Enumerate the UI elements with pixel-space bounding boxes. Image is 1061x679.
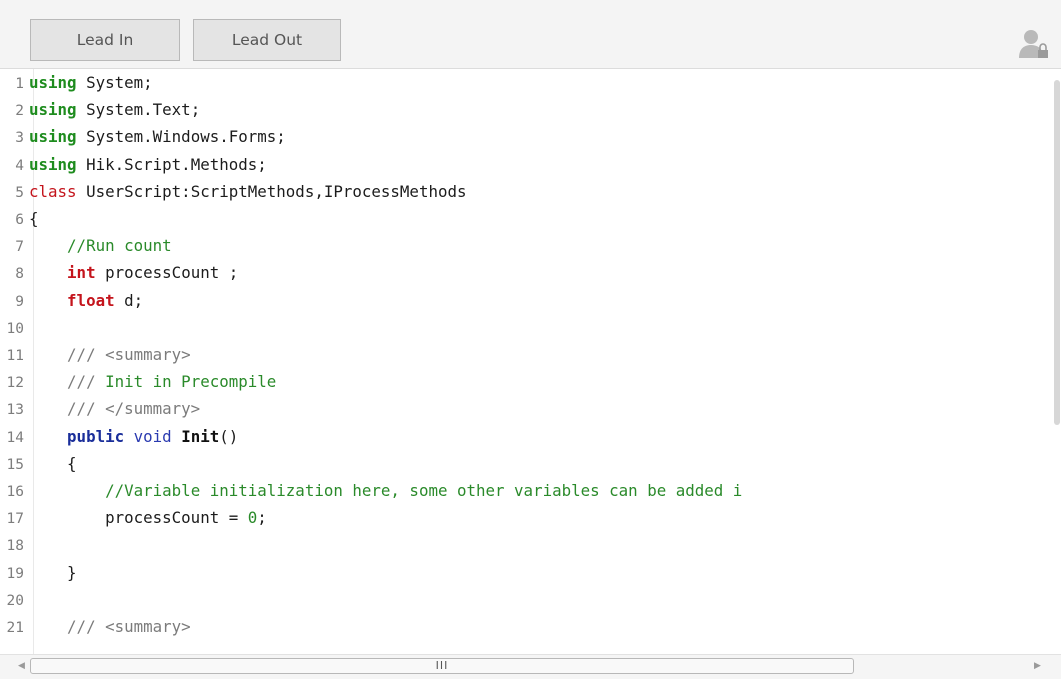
line-number: 13 xyxy=(6,402,24,419)
code-line[interactable]: 5 class UserScript:ScriptMethods,IProcess… xyxy=(0,178,1056,205)
line-number: 17 xyxy=(6,511,24,528)
code-token: System.Windows.Forms; xyxy=(76,127,286,147)
code-token: float xyxy=(67,290,115,310)
code-token: class xyxy=(29,181,77,201)
code-token: { xyxy=(29,209,39,228)
code-token: /// xyxy=(67,372,106,392)
line-number: 10 xyxy=(6,320,24,337)
code-token: //Run count xyxy=(67,236,172,256)
horizontal-scrollbar-thumb[interactable]: III xyxy=(30,658,854,674)
line-number: 14 xyxy=(6,429,24,446)
code-token: using xyxy=(29,100,77,120)
code-token: public xyxy=(67,426,125,446)
code-token: using xyxy=(29,73,77,92)
code-token: /// <summary> xyxy=(67,617,191,636)
code-token: UserScript:ScriptMethods,IProcessMethods xyxy=(76,181,467,201)
code-line[interactable]: 15 { xyxy=(0,450,1056,477)
code-token: System.Text; xyxy=(76,100,201,120)
scroll-left-arrow-icon[interactable]: ◀ xyxy=(18,661,25,671)
code-token: using xyxy=(29,127,77,147)
code-line[interactable]: 13 /// </summary> xyxy=(0,395,1056,422)
code-token: using xyxy=(29,154,77,174)
code-line[interactable]: 2 using System.Text; xyxy=(0,96,1056,123)
code-line[interactable]: 1 using System; xyxy=(0,69,1056,96)
code-line[interactable]: 9 float d; xyxy=(0,287,1056,314)
code-line[interactable]: 14 public void Init() xyxy=(0,423,1056,450)
code-line[interactable]: 19 } xyxy=(0,559,1056,586)
code-line[interactable]: 7 //Run count xyxy=(0,232,1056,259)
code-token: System; xyxy=(76,73,153,92)
lead-in-button[interactable]: Lead In xyxy=(30,19,180,61)
line-number: 20 xyxy=(6,592,24,609)
code-token: Hik.Script.Methods; xyxy=(76,154,267,174)
code-token: processCount = xyxy=(29,508,248,528)
toolbar: Lead In Lead Out xyxy=(0,0,1061,69)
code-token: void xyxy=(133,426,172,446)
code-line[interactable]: 17 processCount = 0; xyxy=(0,504,1056,531)
code-line[interactable]: 10 xyxy=(0,314,1056,341)
line-number: 18 xyxy=(6,538,24,555)
line-number: 11 xyxy=(6,348,24,364)
code-line[interactable]: 12 /// Init in Precompile xyxy=(0,368,1056,395)
code-token: Init xyxy=(181,426,220,446)
line-number: 4 xyxy=(15,157,24,174)
code-token: /// </summary> xyxy=(67,399,201,419)
line-number: 6 xyxy=(15,212,24,228)
line-number: 12 xyxy=(6,375,24,392)
code-token: //Variable initialization here, some oth… xyxy=(105,481,743,500)
code-token: int xyxy=(67,263,96,283)
line-number: 21 xyxy=(6,620,24,636)
line-number: 9 xyxy=(15,293,24,310)
line-number: 16 xyxy=(6,484,24,500)
code-line[interactable]: 16 //Variable initialization here, some … xyxy=(0,477,1056,504)
line-number: 5 xyxy=(15,184,24,201)
code-line[interactable]: 8 int processCount ; xyxy=(0,259,1056,286)
code-token: { xyxy=(29,453,77,473)
code-token: /// <summary> xyxy=(67,345,191,364)
code-line[interactable]: 6{ xyxy=(0,205,1056,232)
code-token: } xyxy=(29,562,77,582)
line-number: 1 xyxy=(15,76,24,92)
vertical-scrollbar[interactable] xyxy=(1054,80,1060,425)
line-number: 8 xyxy=(15,266,24,283)
line-number: 3 xyxy=(15,130,24,147)
code-line[interactable]: 3 using System.Windows.Forms; xyxy=(0,123,1056,150)
code-token: ; xyxy=(257,508,267,528)
code-token: processCount ; xyxy=(95,263,239,283)
code-line[interactable]: 20 xyxy=(0,586,1056,613)
line-number: 2 xyxy=(15,103,24,120)
code-line[interactable]: 18 xyxy=(0,531,1056,558)
code-editor[interactable]: 1 using System; 2 using System.Text; 3 using … xyxy=(0,69,1061,654)
code-token: 0 xyxy=(247,508,258,528)
code-line[interactable]: 4 using Hik.Script.Methods; xyxy=(0,151,1056,178)
user-lock-icon[interactable] xyxy=(1016,26,1050,60)
code-token: Init in Precompile xyxy=(105,372,277,392)
code-line[interactable]: 21 /// <summary> xyxy=(0,613,1056,640)
code-line[interactable]: 11 /// <summary> xyxy=(0,341,1056,368)
lead-out-button[interactable]: Lead Out xyxy=(193,19,341,61)
line-number: 19 xyxy=(6,565,24,582)
line-number: 15 xyxy=(6,456,24,473)
code-token: d; xyxy=(114,290,144,310)
scroll-right-arrow-icon[interactable]: ▶ xyxy=(1034,661,1041,671)
line-number: 7 xyxy=(15,239,24,256)
code-token: () xyxy=(219,426,239,446)
